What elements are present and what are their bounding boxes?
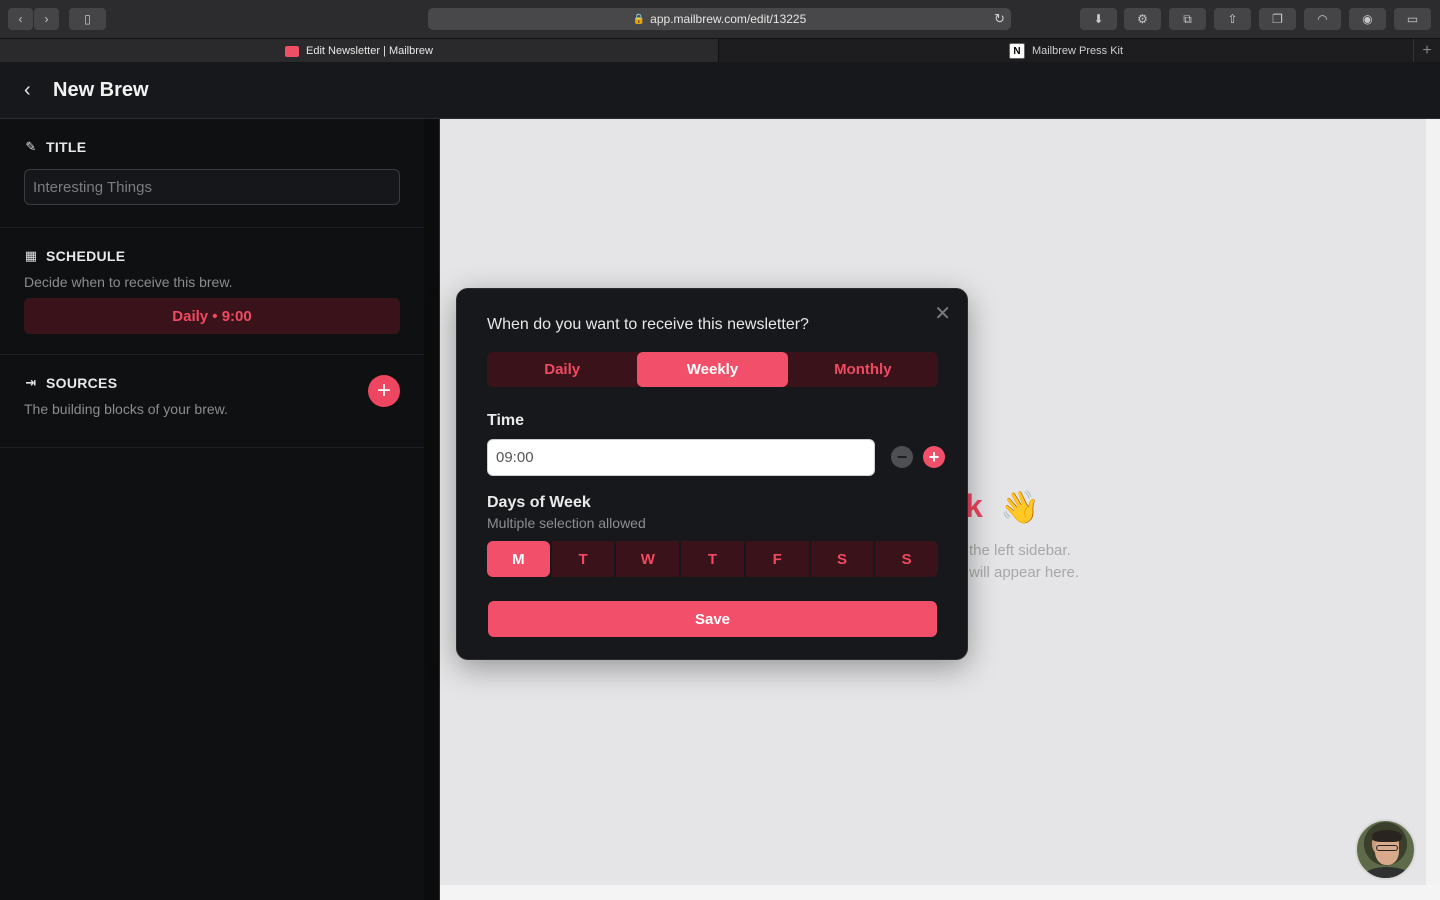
rss-icon[interactable]: ◠ <box>1304 8 1341 30</box>
time-label: Time <box>487 412 525 429</box>
frequency-daily-button[interactable]: Daily <box>487 352 637 387</box>
extension-2-icon[interactable]: ⧉ <box>1169 8 1206 30</box>
sidebar-toggle-icon[interactable]: ▯ <box>69 8 106 30</box>
schedule-section: ▦ SCHEDULE Decide when to receive this b… <box>0 228 424 355</box>
sidebar: ✎ TITLE Interesting Things ▦ SCHEDULE De… <box>0 119 424 900</box>
app-header: ‹ New Brew <box>0 62 1440 119</box>
day-wednesday[interactable]: W <box>616 541 680 577</box>
schedule-heading-label: SCHEDULE <box>46 248 126 264</box>
lock-icon: 🔒 <box>632 13 646 25</box>
support-avatar[interactable] <box>1355 819 1416 880</box>
tab-press-kit[interactable]: N Mailbrew Press Kit <box>719 39 1414 63</box>
preview-bottom-edge <box>440 885 1440 900</box>
title-section: ✎ TITLE Interesting Things <box>0 119 424 228</box>
title-input[interactable]: Interesting Things <box>24 169 400 205</box>
mailbrew-favicon-icon <box>285 45 300 57</box>
days-label: Days of Week <box>487 494 591 511</box>
schedule-modal: ✕ When do you want to receive this newsl… <box>456 288 968 660</box>
frequency-weekly-button[interactable]: Weekly <box>637 352 788 387</box>
download-icon[interactable]: ⬇ <box>1080 8 1117 30</box>
tab-label: Mailbrew Press Kit <box>1031 45 1124 57</box>
sign-in-icon: ⇥ <box>25 375 37 390</box>
browser-toolbar: ‹ › ▯ 🔒 app.mailbrew.com/edit/13225 ↻ ⬇ … <box>0 0 1440 38</box>
close-icon[interactable]: ✕ <box>934 301 951 326</box>
schedule-heading: ▦ SCHEDULE <box>24 248 400 264</box>
day-monday[interactable]: M <box>487 541 550 577</box>
url-bar[interactable]: 🔒 app.mailbrew.com/edit/13225 ↻ <box>428 8 1011 30</box>
modal-question: When do you want to receive this newslet… <box>487 316 809 333</box>
sources-subtitle: The building blocks of your brew. <box>24 401 228 417</box>
title-heading-label: TITLE <box>46 139 87 155</box>
tabs-overview-icon[interactable]: ❐ <box>1259 8 1296 30</box>
day-saturday[interactable]: S <box>810 541 874 577</box>
time-input[interactable]: 09:00 <box>487 439 875 476</box>
days-selector: M T W T F S S <box>487 541 939 577</box>
preview-text-line: the left sidebar. <box>969 542 1071 559</box>
add-time-button[interactable]: + <box>923 446 945 468</box>
waving-hand-icon: 👋 <box>1000 489 1040 525</box>
day-thursday[interactable]: T <box>681 541 744 577</box>
schedule-button[interactable]: Daily • 9:00 <box>24 298 400 334</box>
title-heading: ✎ TITLE <box>24 139 400 155</box>
new-tab-button[interactable]: + <box>1414 39 1440 63</box>
days-sublabel: Multiple selection allowed <box>487 515 646 531</box>
time-input-value: 09:00 <box>496 449 534 466</box>
extension-icon[interactable]: ⚙ <box>1124 8 1161 30</box>
browser-back-icon[interactable]: ‹ <box>8 8 33 30</box>
tab-label: Edit Newsletter | Mailbrew <box>306 45 433 57</box>
notion-favicon-icon: N <box>1008 43 1025 59</box>
calendar-icon: ▦ <box>24 248 38 263</box>
preview-scroll-gutter <box>1426 119 1440 900</box>
page-title: New Brew <box>53 79 149 101</box>
browser-forward-icon[interactable]: › <box>34 8 59 30</box>
day-sunday[interactable]: S <box>875 541 939 577</box>
day-friday[interactable]: F <box>745 541 809 577</box>
sources-section: ⇥ SOURCES The building blocks of your br… <box>0 355 424 448</box>
back-icon[interactable]: ‹ <box>24 79 31 102</box>
preview-text-line: will appear here. <box>969 564 1080 581</box>
picture-in-picture-icon[interactable]: ▭ <box>1394 8 1431 30</box>
remove-time-button[interactable]: − <box>891 446 913 468</box>
save-button[interactable]: Save <box>488 601 937 637</box>
tab-bar: Edit Newsletter | Mailbrew N Mailbrew Pr… <box>0 38 1440 63</box>
add-source-button[interactable]: + <box>368 375 400 407</box>
share-icon[interactable]: ⇧ <box>1214 8 1251 30</box>
panel-divider <box>424 119 440 900</box>
title-input-value: Interesting Things <box>33 178 152 196</box>
sources-heading-label: SOURCES <box>46 375 118 391</box>
reader-icon[interactable]: ◉ <box>1349 8 1386 30</box>
schedule-subtitle: Decide when to receive this brew. <box>24 274 233 290</box>
tab-edit-newsletter[interactable]: Edit Newsletter | Mailbrew <box>0 39 719 63</box>
pencil-icon: ✎ <box>25 139 37 154</box>
day-tuesday[interactable]: T <box>551 541 615 577</box>
frequency-monthly-button[interactable]: Monthly <box>788 352 938 387</box>
url-text: app.mailbrew.com/edit/13225 <box>650 12 807 26</box>
frequency-selector: Daily Weekly Monthly <box>487 352 938 387</box>
reload-icon[interactable]: ↻ <box>994 11 1005 27</box>
sources-heading: ⇥ SOURCES <box>24 375 400 391</box>
